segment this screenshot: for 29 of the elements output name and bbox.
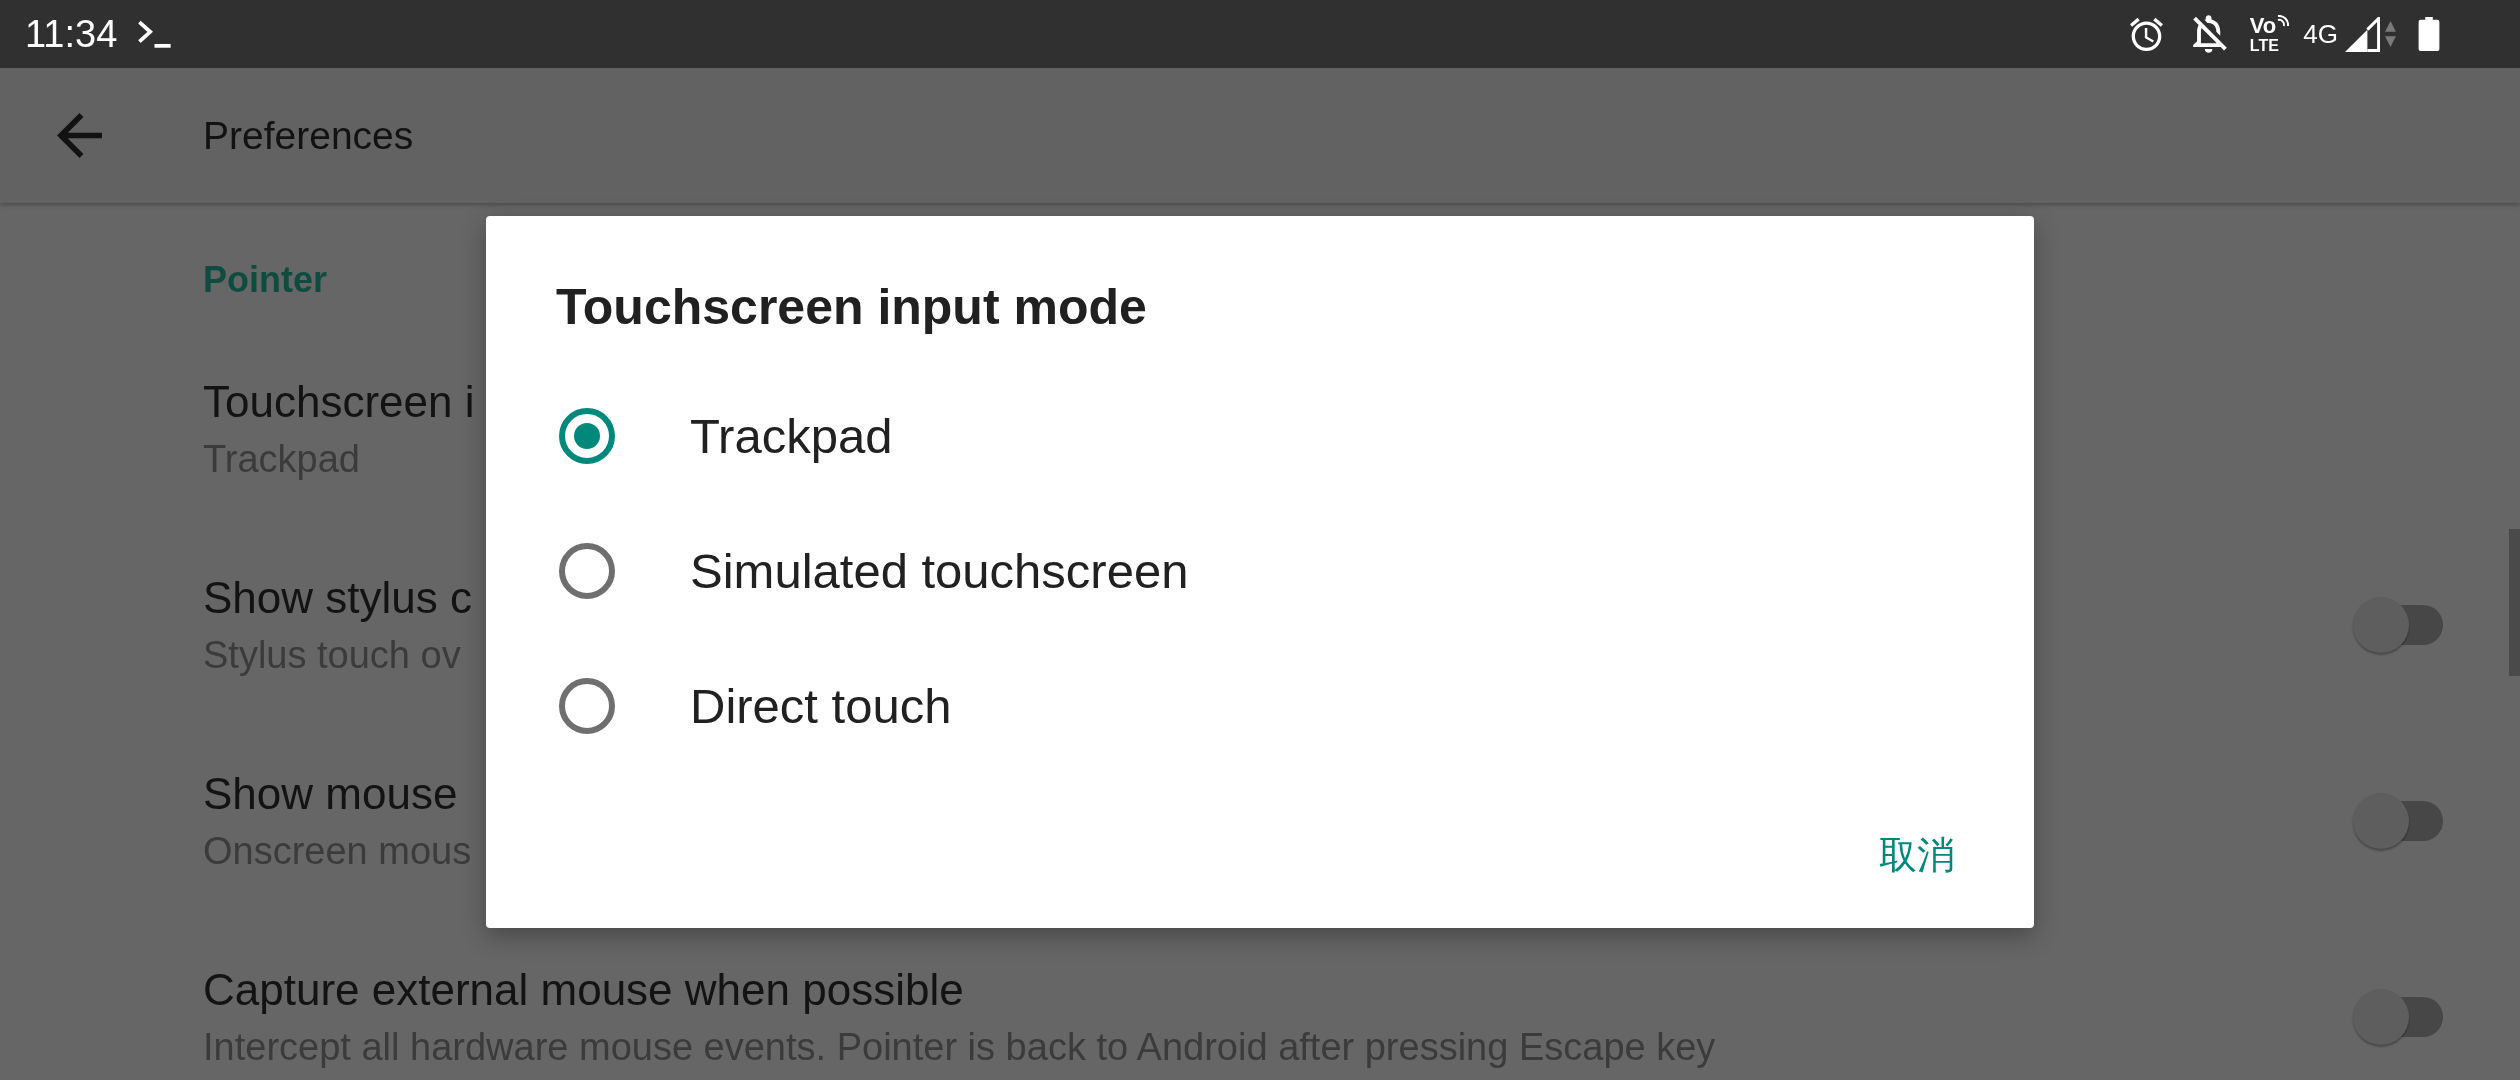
battery-icon	[2418, 17, 2440, 51]
volte-label: Vo	[2249, 14, 2277, 37]
radio-button[interactable]	[559, 407, 615, 464]
option-label[interactable]: Trackpad	[690, 406, 893, 465]
bell-off-icon	[2192, 15, 2227, 53]
setting-title[interactable]: Show mouse	[203, 766, 458, 822]
toggle-switch[interactable]	[2353, 988, 2443, 1046]
back-arrow-icon[interactable]	[57, 113, 102, 158]
option-label[interactable]: Simulated touchscreen	[690, 541, 1189, 600]
screen-title: Preferences	[203, 112, 414, 159]
clock-time: 11:34	[25, 12, 118, 56]
dialog-title: Touchscreen input mode	[556, 278, 1147, 337]
toggle-switch[interactable]	[2353, 792, 2443, 850]
setting-title[interactable]: Touchscreen i	[203, 374, 475, 430]
network-type: 4G	[2303, 19, 2338, 49]
signal-waves-icon	[2277, 14, 2290, 27]
cancel-button[interactable]: 取消	[1863, 819, 1971, 891]
option-label[interactable]: Direct touch	[690, 676, 952, 735]
setting-title[interactable]: Show stylus c	[203, 570, 472, 626]
radio-button[interactable]	[559, 542, 615, 599]
data-arrows-icon	[2385, 21, 2396, 47]
setting-title[interactable]: Capture external mouse when possible	[203, 962, 964, 1018]
section-header: Pointer	[203, 258, 327, 302]
alarm-clock-icon	[2129, 15, 2163, 53]
toggle-switch[interactable]	[2353, 596, 2443, 654]
radio-button[interactable]	[559, 677, 615, 734]
terminal-prompt-icon	[137, 20, 173, 48]
signal-strength-icon	[2345, 16, 2380, 52]
lte-label: LTE	[2249, 36, 2279, 54]
